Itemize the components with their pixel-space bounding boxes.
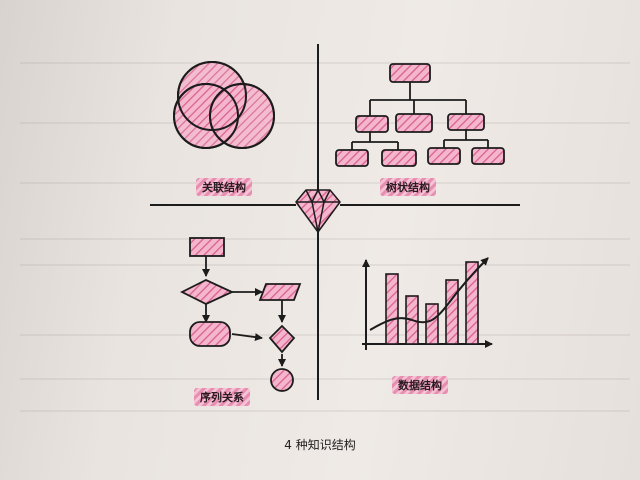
tree-node-leaf — [427, 147, 461, 165]
figure-caption: 4 种知识结构 — [284, 438, 356, 452]
tree-diagram — [335, 63, 505, 167]
label-relation-structure: 关联结构 — [196, 178, 252, 196]
data-chart-diagram — [362, 257, 493, 350]
tree-node-leaf — [335, 149, 369, 167]
chart-bar — [385, 273, 399, 345]
flow-decision-diamond — [179, 279, 235, 305]
label-data-structure: 数据结构 — [392, 376, 448, 394]
diamond-gem-icon — [295, 189, 341, 233]
tree-node — [355, 115, 389, 133]
flow-io-parallelogram — [258, 283, 302, 301]
knowledge-structures-diagram — [150, 44, 520, 400]
tree-node-leaf — [471, 147, 505, 165]
venn-diagram — [173, 61, 275, 149]
label-sequence-relation: 序列关系 — [194, 388, 250, 406]
flowchart-diagram — [179, 237, 302, 392]
flow-decision-diamond — [268, 324, 296, 354]
label-tree-structure: 树状结构 — [380, 178, 436, 196]
tree-node — [447, 113, 485, 131]
tree-node — [395, 113, 433, 133]
chart-bar — [445, 279, 459, 345]
tree-node-root — [389, 63, 431, 83]
flow-process-box — [189, 321, 231, 347]
flow-end-circle — [270, 368, 294, 392]
chart-bar — [425, 303, 439, 345]
book-page: 关联结构 树状结构 序列关系 数据结构 4 种知识结构 — [0, 0, 640, 480]
tree-node-leaf — [381, 149, 417, 167]
flow-start-box — [189, 237, 225, 257]
